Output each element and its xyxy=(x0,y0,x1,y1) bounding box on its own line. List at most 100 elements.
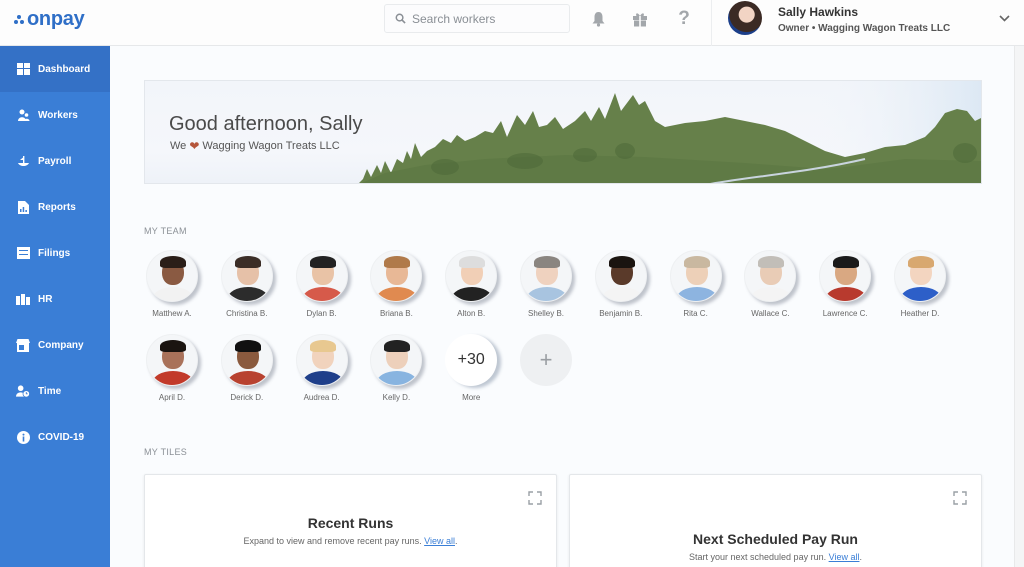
more-label: More xyxy=(462,393,481,402)
sidebar-item-covid-19[interactable]: COVID-19 xyxy=(0,414,110,460)
team-member-avatar xyxy=(146,250,198,302)
team-member[interactable]: Heather D. xyxy=(888,250,952,318)
sidebar-item-payroll[interactable]: Payroll xyxy=(0,138,110,184)
hr-icon xyxy=(16,292,30,306)
greeting-subtitle: We ❤ Wagging Wagon Treats LLC xyxy=(170,139,340,153)
add-member-button[interactable]: + xyxy=(514,334,578,386)
team-member-avatar xyxy=(146,334,198,386)
team-member-name: Wallace C. xyxy=(751,309,790,318)
team-member[interactable]: Rita C. xyxy=(664,250,728,318)
sidebar-item-label: Payroll xyxy=(38,155,72,167)
team-member[interactable]: Alton B. xyxy=(439,250,503,318)
search-input[interactable] xyxy=(412,11,562,26)
sidebar-item-label: Company xyxy=(38,339,84,351)
help-icon[interactable]: ? xyxy=(675,8,693,29)
tile-description: Start your next scheduled pay run. View … xyxy=(570,552,981,562)
team-member-avatar xyxy=(594,250,647,302)
user-role: Owner • Wagging Wagon Treats LLC xyxy=(778,23,951,34)
team-member[interactable]: Derick D. xyxy=(215,334,279,402)
company-name: Wagging Wagon Treats LLC xyxy=(202,140,340,152)
team-member-name: Lawrence C. xyxy=(822,309,868,318)
more-count: +30 xyxy=(445,334,498,386)
user-menu[interactable]: Sally Hawkins Owner • Wagging Wagon Trea… xyxy=(711,0,1024,46)
tile-description: Expand to view and remove recent pay run… xyxy=(145,536,556,546)
team-member[interactable]: Kelly D. xyxy=(364,334,428,402)
view-all-link[interactable]: View all xyxy=(424,536,455,546)
team-member-name: Alton B. xyxy=(457,309,486,318)
tile-recent-runs: Recent Runs Expand to view and remove re… xyxy=(144,474,557,567)
search-icon xyxy=(395,13,406,24)
team-member-name: Shelley B. xyxy=(527,309,565,318)
team-member[interactable]: Wallace C. xyxy=(738,250,802,318)
team-member-avatar xyxy=(744,250,797,302)
filings-icon xyxy=(16,246,30,260)
plus-icon: + xyxy=(520,334,572,386)
team-member[interactable]: Christina B. xyxy=(215,250,279,318)
period: . xyxy=(859,552,862,562)
team-member[interactable]: Briana B. xyxy=(364,250,428,318)
sidebar-item-filings[interactable]: Filings xyxy=(0,230,110,276)
team-member-avatar xyxy=(370,250,423,302)
view-all-link[interactable]: View all xyxy=(829,552,860,562)
team-member[interactable]: April D. xyxy=(140,334,204,402)
team-member[interactable]: Benjamin B. xyxy=(589,250,653,318)
team-member[interactable]: Shelley B. xyxy=(514,250,578,318)
team-member[interactable]: Dylan B. xyxy=(290,250,354,318)
sidebar-item-reports[interactable]: Reports xyxy=(0,184,110,230)
sidebar-item-label: Workers xyxy=(38,109,78,121)
team-member[interactable]: Lawrence C. xyxy=(813,250,877,318)
reports-icon xyxy=(16,200,30,214)
sidebar-item-label: Time xyxy=(38,385,62,397)
more-members-button[interactable]: +30 More xyxy=(439,334,503,402)
sidebar-item-label: Dashboard xyxy=(38,63,91,75)
top-bar: onpay ? Sally Hawkins Owner • Wagging Wa… xyxy=(0,0,1024,46)
sidebar-item-time[interactable]: Time xyxy=(0,368,110,414)
search-box[interactable] xyxy=(384,4,570,33)
gift-icon[interactable] xyxy=(631,10,649,28)
team-member-avatar xyxy=(669,250,722,302)
team-member-name: Christina B. xyxy=(226,309,268,318)
logo-dots-icon xyxy=(14,15,25,24)
dashboard-icon xyxy=(16,62,30,76)
sidebar-item-workers[interactable]: Workers xyxy=(0,92,110,138)
company-icon xyxy=(16,338,30,352)
chevron-down-icon[interactable] xyxy=(999,11,1010,25)
team-member-avatar xyxy=(295,334,348,386)
scrollbar[interactable] xyxy=(1014,46,1024,567)
my-tiles-label: MY TILES xyxy=(144,447,188,457)
onpay-logo[interactable]: onpay xyxy=(14,8,85,31)
expand-icon[interactable] xyxy=(528,491,542,505)
expand-icon[interactable] xyxy=(953,491,967,505)
team-member-avatar xyxy=(295,250,348,302)
logo-text: onpay xyxy=(27,8,85,30)
sidebar-item-dashboard[interactable]: Dashboard xyxy=(0,46,110,92)
team-member-avatar xyxy=(445,250,498,302)
user-name: Sally Hawkins xyxy=(778,5,859,19)
welcome-banner: Good afternoon, Sally We ❤ Wagging Wagon… xyxy=(144,80,982,184)
tile-desc-text: Start your next scheduled pay run. xyxy=(689,552,827,562)
workers-icon xyxy=(16,108,30,122)
sidebar-item-label: HR xyxy=(38,293,53,305)
payroll-icon xyxy=(16,154,30,168)
time-icon xyxy=(16,384,30,398)
sidebar-item-label: Reports xyxy=(38,201,76,213)
tile-title: Next Scheduled Pay Run xyxy=(693,531,858,547)
sidebar-item-hr[interactable]: HR xyxy=(0,276,110,322)
team-member-avatar xyxy=(220,334,273,386)
heart-icon: ❤ xyxy=(189,139,200,153)
team-member[interactable]: Matthew A. xyxy=(140,250,204,318)
period: . xyxy=(454,536,458,546)
team-member-avatar xyxy=(894,250,946,302)
team-member[interactable]: Audrea D. xyxy=(290,334,354,402)
tile-next-scheduled-pay-run: Next Scheduled Pay Run Start your next s… xyxy=(569,474,982,567)
sidebar-item-label: Filings xyxy=(38,247,71,259)
team-member-name: Heather D. xyxy=(900,309,940,318)
sidebar-item-company[interactable]: Company xyxy=(0,322,110,368)
greeting-title: Good afternoon, Sally xyxy=(169,113,363,135)
bell-icon[interactable] xyxy=(589,10,607,28)
team-member-name: Derick D. xyxy=(230,393,264,402)
team-member-name: April D. xyxy=(158,393,186,402)
info-icon xyxy=(16,430,30,444)
team-member-name: Rita C. xyxy=(683,309,708,318)
sidebar: Dashboard Workers Payroll Reports Filing… xyxy=(0,46,110,567)
